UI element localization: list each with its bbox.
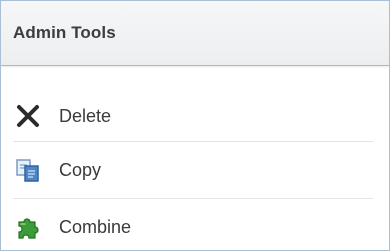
panel-title: Admin Tools — [13, 23, 116, 42]
puzzle-icon — [13, 212, 43, 242]
copy-icon — [13, 155, 43, 185]
copy-menu-item[interactable]: Copy — [13, 142, 373, 199]
admin-tools-panel: Admin Tools Delete Copy Combine — [0, 0, 390, 251]
admin-tools-menu: Delete Copy Combine — [13, 66, 373, 250]
combine-label: Combine — [59, 216, 132, 237]
delete-label: Delete — [59, 105, 112, 126]
panel-header: Admin Tools — [1, 1, 389, 66]
delete-menu-item[interactable]: Delete — [13, 91, 373, 142]
combine-menu-item[interactable]: Combine — [13, 199, 373, 250]
x-icon — [13, 101, 43, 131]
copy-label: Copy — [59, 159, 102, 180]
